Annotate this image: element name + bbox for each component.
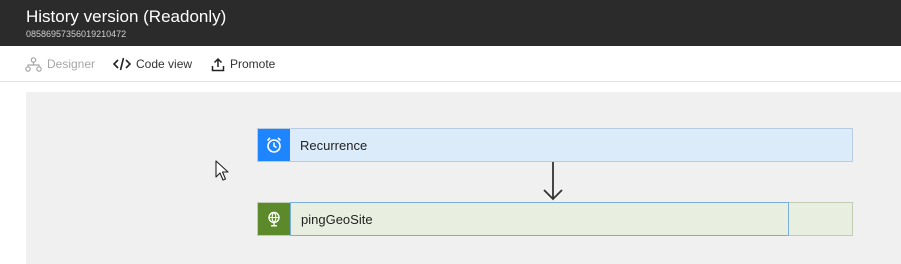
- promote-button[interactable]: Promote: [211, 46, 275, 82]
- designer-icon: [25, 56, 42, 72]
- designer-label: Designer: [47, 57, 96, 71]
- recurrence-icon-box: [258, 129, 290, 161]
- code-view-label: Code view: [136, 57, 193, 71]
- mouse-pointer-icon: [215, 160, 229, 181]
- connector-arrow: [543, 162, 563, 201]
- pinggeosite-step-card[interactable]: pingGeoSite: [257, 202, 853, 236]
- recurrence-step-label: Recurrence: [290, 129, 852, 161]
- alarm-clock-icon: [266, 137, 282, 153]
- page-title: History version (Readonly): [26, 7, 227, 26]
- promote-label: Promote: [230, 57, 276, 71]
- version-id: 08586957356019210472: [26, 29, 127, 39]
- code-view-button[interactable]: Code view: [113, 46, 192, 82]
- title-bar: History version (Readonly) 0858695735601…: [0, 0, 901, 46]
- code-icon: [113, 57, 131, 71]
- promote-icon: [211, 57, 225, 71]
- recurrence-step-card[interactable]: Recurrence: [257, 128, 853, 162]
- designer-canvas: [26, 92, 901, 264]
- pinggeosite-icon-box: [258, 203, 290, 235]
- pinggeosite-step-label: pingGeoSite: [290, 202, 789, 236]
- designer-button[interactable]: Designer: [25, 46, 95, 82]
- toolbar: Designer Code view Promote: [0, 46, 901, 82]
- globe-icon: [268, 211, 280, 227]
